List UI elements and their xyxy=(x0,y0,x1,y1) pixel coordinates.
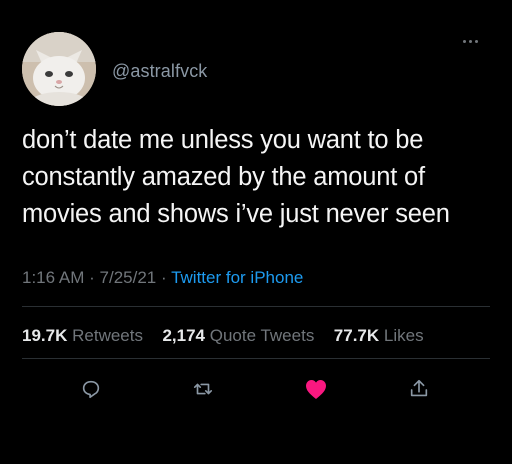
retweets-stat[interactable]: 19.7K Retweets xyxy=(22,326,148,345)
reply-button[interactable] xyxy=(74,372,108,406)
tweet-time[interactable]: 1:16 AM xyxy=(22,268,84,287)
tweet-text: don’t date me unless you want to be cons… xyxy=(22,122,492,233)
more-dot xyxy=(469,40,472,43)
like-button[interactable] xyxy=(299,372,333,406)
retweets-count: 19.7K xyxy=(22,326,68,345)
retweet-icon xyxy=(193,383,213,395)
tweet-meta: 1:16 AM · 7/25/21 · Twitter for iPhone xyxy=(22,268,303,288)
tweet-stats: 19.7K Retweets 2,174 Quote Tweets 77.7K … xyxy=(22,326,424,346)
meta-separator: · xyxy=(160,268,167,287)
user-handle[interactable]: @astralfvck xyxy=(112,61,207,82)
retweet-button[interactable] xyxy=(186,372,220,406)
divider xyxy=(22,358,490,359)
likes-count: 77.7K xyxy=(333,326,380,345)
share-icon xyxy=(410,379,428,397)
more-dot xyxy=(475,40,478,43)
tweet-text-line: constantly amazed by the amount of xyxy=(22,163,425,191)
divider xyxy=(22,306,490,307)
retweets-label: Retweets xyxy=(72,326,143,345)
likes-stat[interactable]: 77.7K Likes xyxy=(334,326,424,345)
quote-tweets-label: Quote Tweets xyxy=(209,326,315,345)
likes-label: Likes xyxy=(383,326,424,345)
share-button[interactable] xyxy=(402,372,436,406)
heart-icon xyxy=(306,380,326,399)
tweet-actions xyxy=(0,372,512,406)
tweet-date[interactable]: 7/25/21 xyxy=(100,268,157,287)
reply-icon xyxy=(82,380,100,399)
tweet-card: @astralfvck don’t date me unless you wan… xyxy=(0,0,512,464)
more-options-icon[interactable] xyxy=(463,40,478,43)
quote-tweets-stat[interactable]: 2,174 Quote Tweets xyxy=(162,326,319,345)
meta-separator: · xyxy=(89,268,95,287)
avatar[interactable] xyxy=(22,32,96,106)
tweet-source-link[interactable]: Twitter for iPhone xyxy=(171,268,303,287)
quote-tweets-count: 2,174 xyxy=(162,326,205,345)
tweet-text-line: don’t date me unless you want to be xyxy=(22,126,424,154)
more-dot xyxy=(463,40,466,43)
tweet-text-line: movies and shows i’ve just never seen xyxy=(22,200,450,228)
cat-avatar-image xyxy=(22,32,96,106)
